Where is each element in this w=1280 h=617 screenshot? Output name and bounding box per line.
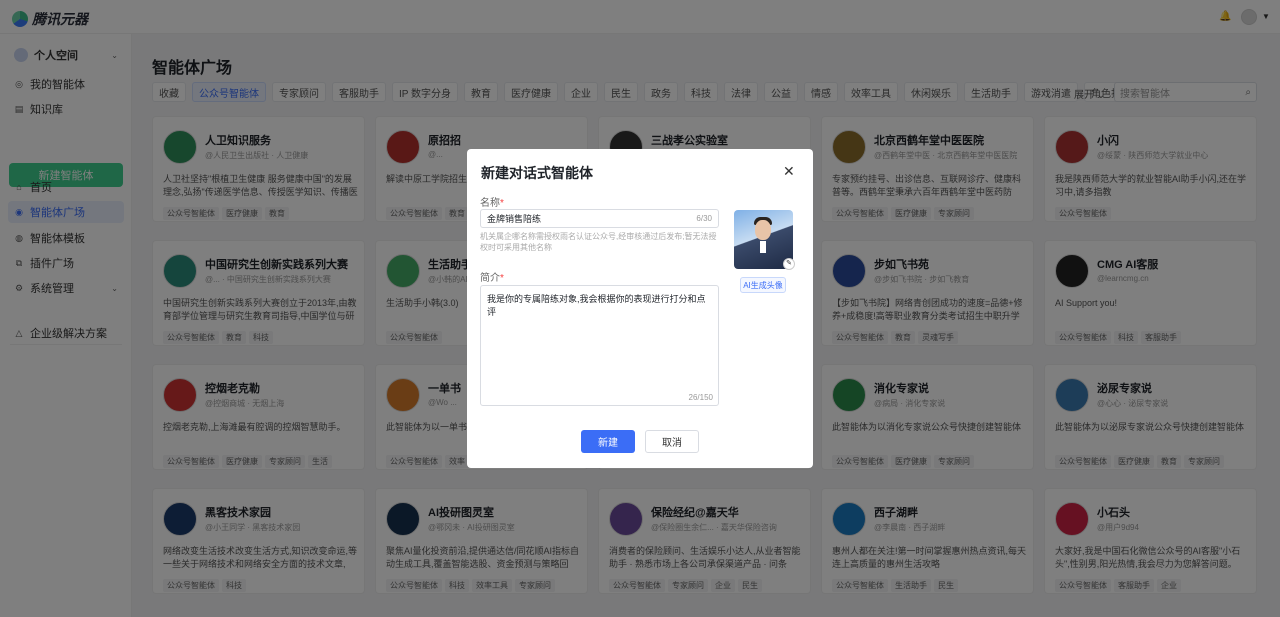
- name-field[interactable]: 金牌销售陪练 6/30: [480, 209, 719, 228]
- intro-value: 我是你的专属陪练对象,我会根据你的表现进行打分和点评: [487, 294, 706, 317]
- name-value: 金牌销售陪练: [487, 214, 542, 224]
- dialog-title: 新建对话式智能体: [481, 165, 593, 181]
- intro-label-text: 简介: [480, 273, 500, 284]
- required-mark: *: [500, 273, 504, 284]
- ai-generate-avatar-button[interactable]: AI生成头像: [740, 277, 786, 293]
- intro-char-count: 26/150: [688, 393, 713, 402]
- name-char-count: 6/30: [696, 214, 712, 223]
- intro-label: 简介*: [480, 269, 504, 284]
- required-mark: *: [500, 198, 504, 209]
- cancel-button[interactable]: 取消: [645, 430, 699, 453]
- name-hint: 机关属企哪名称需授权雨名认证公众号,经审核通过后发布;暂无法授权时可采用其他名称: [480, 232, 717, 252]
- intro-textarea[interactable]: 我是你的专属陪练对象,我会根据你的表现进行打分和点评 26/150: [480, 285, 719, 406]
- close-icon[interactable]: ✕: [783, 163, 795, 180]
- new-agent-dialog: 新建对话式智能体 ✕ 名称* 金牌销售陪练 6/30 机关属企哪名称需授权雨名认…: [467, 149, 813, 468]
- name-label-text: 名称: [480, 198, 500, 209]
- name-label: 名称*: [480, 194, 504, 209]
- pencil-icon[interactable]: ✎: [783, 258, 795, 270]
- avatar-face: [755, 220, 771, 240]
- create-button[interactable]: 新建: [581, 430, 635, 453]
- avatar-shirt: [760, 241, 766, 253]
